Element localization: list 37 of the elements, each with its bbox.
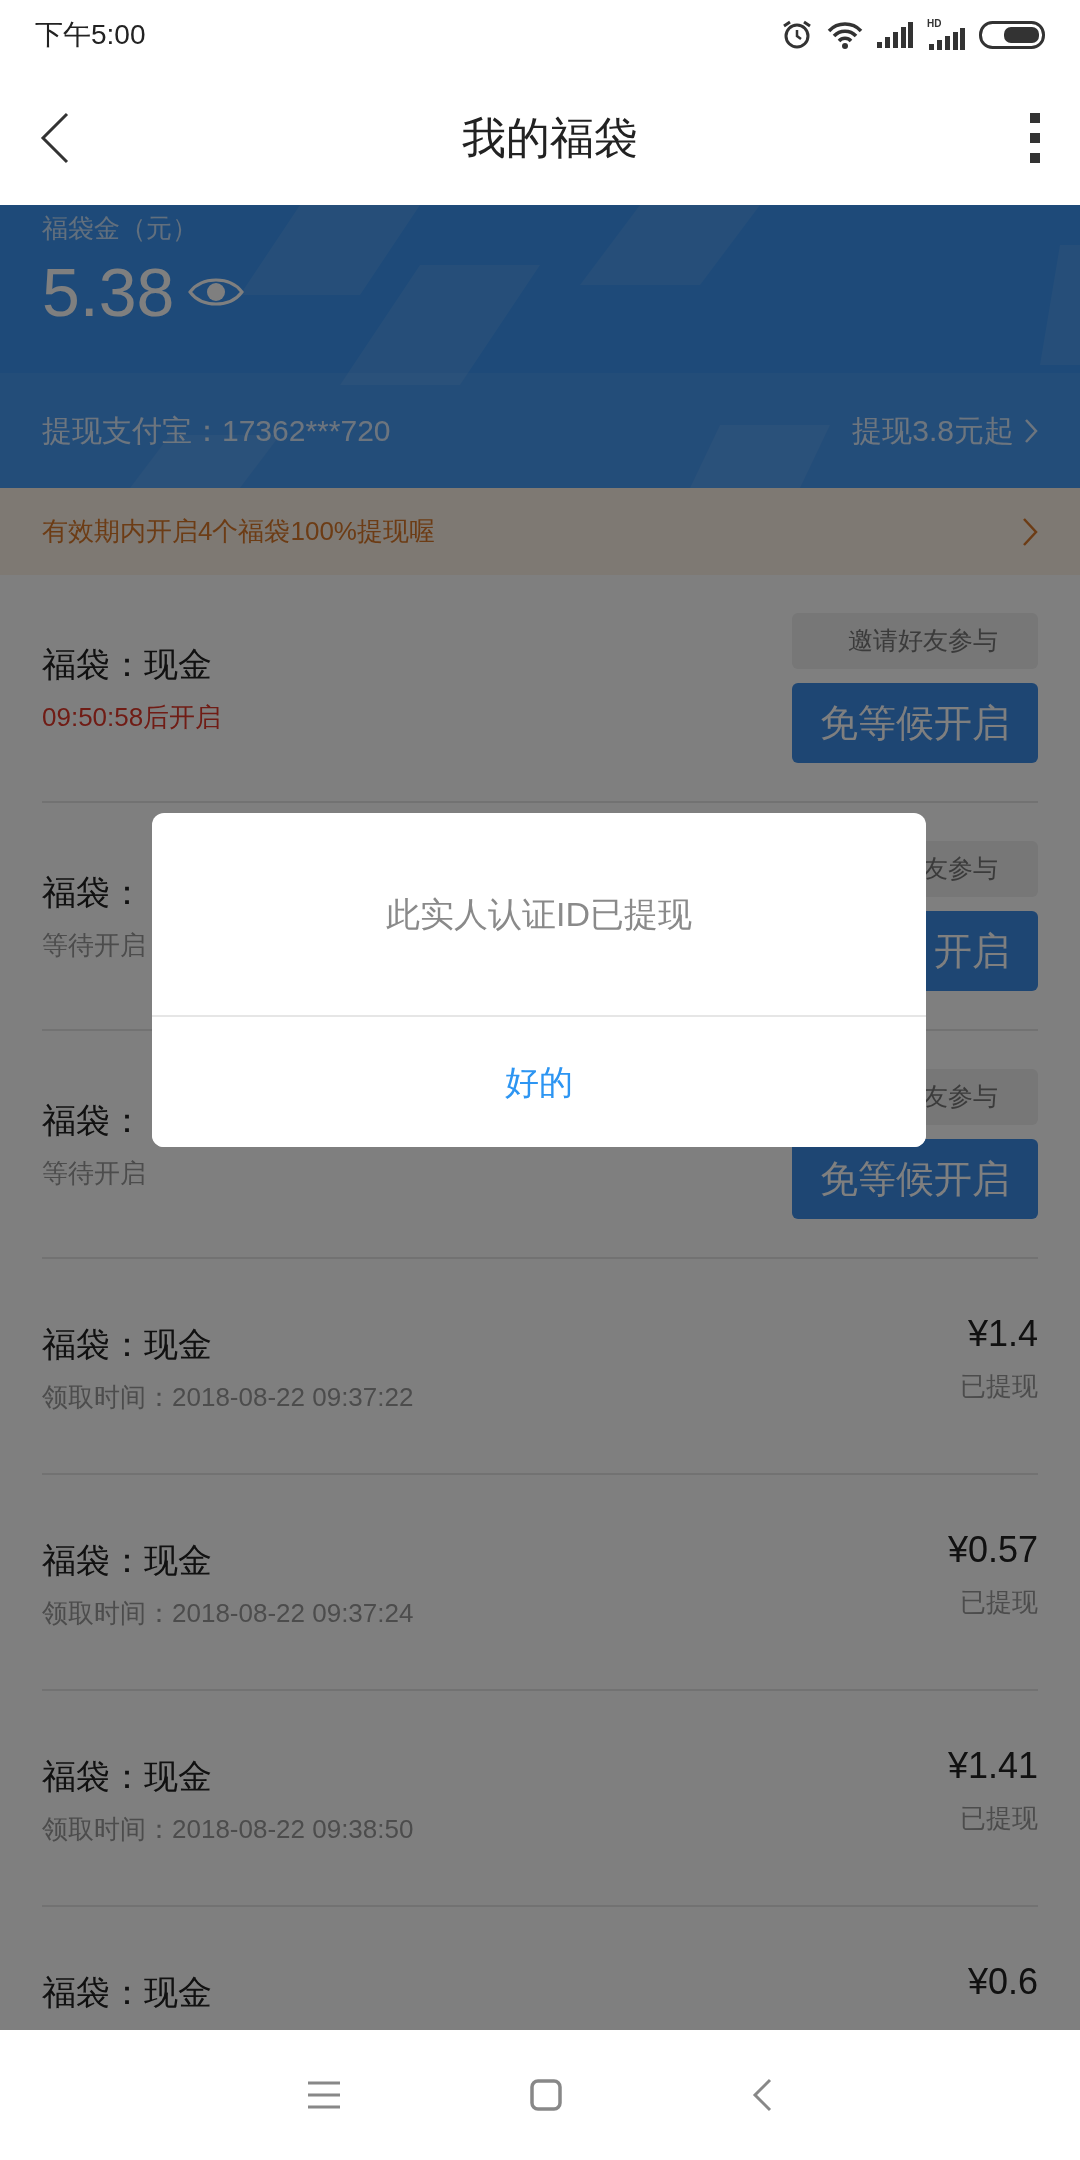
chevron-right-icon: [1024, 417, 1038, 444]
network-label: HD: [927, 17, 942, 31]
notice-text: 有效期内开启4个福袋100%提现喔: [42, 515, 435, 548]
chevron-right-icon: [1022, 516, 1038, 547]
more-icon[interactable]: [1030, 112, 1040, 163]
item-title: 福袋：: [42, 872, 145, 913]
menu-icon[interactable]: [308, 2081, 340, 2109]
amount-text: ¥0.6: [967, 1960, 1038, 2004]
item-title: 福袋：现金: [42, 1540, 213, 1581]
status-time: 下午5:00: [35, 18, 146, 52]
alarm-icon: [781, 19, 813, 51]
eye-icon[interactable]: [188, 276, 245, 308]
balance-amount: 5.38: [42, 258, 175, 326]
open-now-button[interactable]: 免等候开启: [792, 683, 1038, 763]
battery-icon: [979, 21, 1045, 49]
countdown-text: 09:50:58后开启: [42, 701, 222, 734]
item-title: 福袋：现金: [42, 1756, 213, 1797]
item-title: 福袋：: [42, 1100, 145, 1141]
balance-label: 福袋金（元）: [42, 212, 199, 245]
home-icon[interactable]: [530, 2079, 562, 2111]
dialog-message: 此实人认证ID已提现: [386, 893, 692, 935]
item-title: 福袋：现金: [42, 644, 213, 685]
alipay-account: 提现支付宝：17362***720: [42, 413, 391, 449]
page-title: 我的福袋: [462, 111, 638, 164]
wifi-icon: [827, 21, 863, 49]
notice-bar[interactable]: 有效期内开启4个福袋100%提现喔: [0, 488, 1080, 575]
amount-text: ¥1.4: [967, 1312, 1038, 1356]
signal-icon: [877, 22, 913, 48]
back-icon[interactable]: [40, 111, 70, 164]
invite-tooltip: 邀请好友参与: [792, 613, 1038, 669]
open-now-button[interactable]: 免等候开启: [792, 1139, 1038, 1219]
amount-text: ¥1.41: [947, 1744, 1038, 1788]
item-title: 福袋：现金: [42, 1972, 212, 2013]
signal-icon: [929, 28, 965, 50]
item-title: 福袋：现金: [42, 1324, 213, 1365]
withdraw-link[interactable]: 提现3.8元起: [852, 408, 1038, 453]
amount-text: ¥0.57: [947, 1528, 1038, 1572]
